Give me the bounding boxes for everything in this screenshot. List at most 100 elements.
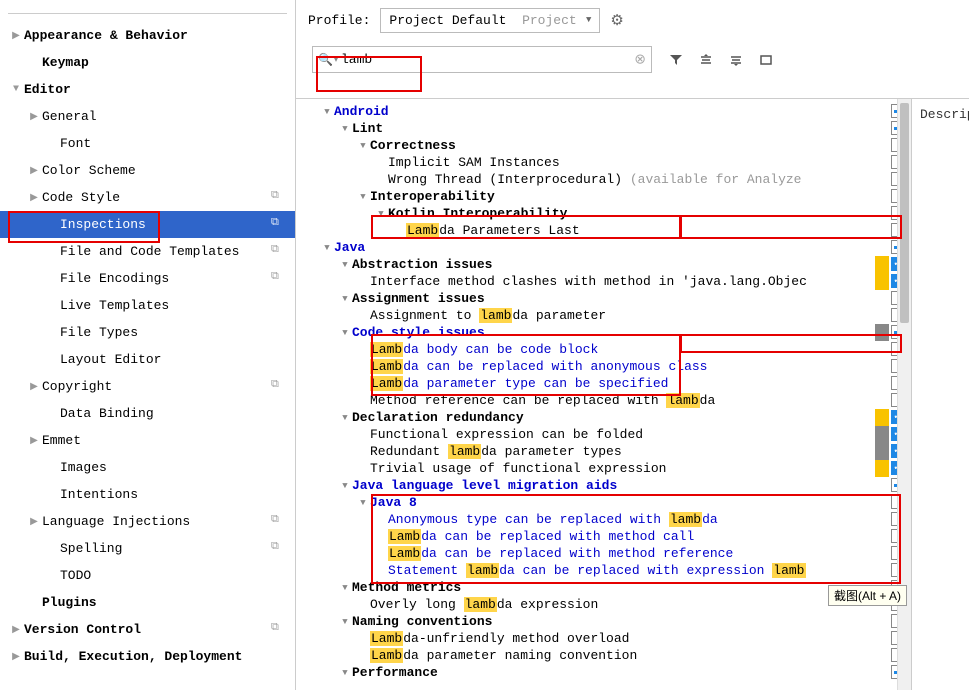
inspection-label: Lint xyxy=(352,121,383,136)
inspection-row[interactable]: Trivial usage of functional expression xyxy=(296,460,911,477)
sidebar-item[interactable]: ▶Emmet xyxy=(0,427,295,454)
inspection-row[interactable]: ▼Java xyxy=(296,239,911,256)
sidebar-item[interactable]: ▶Version Control⧉ xyxy=(0,616,295,643)
sidebar-item[interactable]: ▶Language Injections⧉ xyxy=(0,508,295,535)
inspection-label: Lambda can be replaced with method call xyxy=(388,529,694,544)
inspection-label: Wrong Thread (Interprocedural) (availabl… xyxy=(388,172,801,187)
inspection-row[interactable]: ▼Java language level migration aids xyxy=(296,477,911,494)
inspection-row[interactable]: ▼Declaration redundancy xyxy=(296,409,911,426)
search-dropdown-icon[interactable]: ▾ xyxy=(334,55,338,65)
chevron-down-icon: ▼ xyxy=(374,209,388,219)
search-input[interactable] xyxy=(312,46,652,73)
sidebar-item[interactable]: Spelling⧉ xyxy=(0,535,295,562)
inspection-label: Code style issues xyxy=(352,325,485,340)
sidebar-item[interactable]: Inspections⧉ xyxy=(0,211,295,238)
inspection-row[interactable]: ▼Java 8 xyxy=(296,494,911,511)
sidebar-item[interactable]: Font xyxy=(0,130,295,157)
inspection-row[interactable]: Anonymous type can be replaced with lamb… xyxy=(296,511,911,528)
inspection-row[interactable]: Lambda-unfriendly method overload xyxy=(296,630,911,647)
collapse-all-icon[interactable] xyxy=(726,50,746,70)
sidebar-item-label: General xyxy=(42,109,295,124)
inspection-row[interactable]: Assignment to lambda parameter xyxy=(296,307,911,324)
sidebar-item[interactable]: File and Code Templates⧉ xyxy=(0,238,295,265)
sidebar-item[interactable]: File Encodings⧉ xyxy=(0,265,295,292)
inspection-row[interactable]: ▼Performance xyxy=(296,664,911,681)
inspection-row[interactable]: Lambda body can be code block xyxy=(296,341,911,358)
sidebar-item[interactable]: ▶Code Style⧉ xyxy=(0,184,295,211)
inspection-row[interactable]: ▼Code style issues xyxy=(296,324,911,341)
inspection-row[interactable]: Functional expression can be folded xyxy=(296,426,911,443)
sidebar-item[interactable]: ▶General xyxy=(0,103,295,130)
sidebar-item-label: Language Injections xyxy=(42,514,271,529)
inspection-row[interactable]: ▼Correctness xyxy=(296,137,911,154)
inspection-label: Lambda can be replaced with anonymous cl… xyxy=(370,359,707,374)
sidebar-item[interactable]: ▼Editor xyxy=(0,76,295,103)
profile-combo[interactable]: Project Default Project ▼ xyxy=(380,8,600,33)
inspection-row[interactable]: Lambda parameter type can be specified xyxy=(296,375,911,392)
inspection-row[interactable]: Lambda Parameters Last xyxy=(296,222,911,239)
inspection-row[interactable]: Implicit SAM Instances xyxy=(296,154,911,171)
sidebar-item-label: Editor xyxy=(24,82,295,97)
reset-icon[interactable] xyxy=(756,50,776,70)
inspection-row[interactable]: ▼Lint xyxy=(296,120,911,137)
inspection-row[interactable]: Redundant lambda parameter types xyxy=(296,443,911,460)
inspection-row[interactable]: ▼Abstraction issues xyxy=(296,256,911,273)
inspection-label: Lambda parameter type can be specified xyxy=(370,376,668,391)
sidebar-item[interactable]: Live Templates xyxy=(0,292,295,319)
sidebar-item[interactable]: Intentions xyxy=(0,481,295,508)
sidebar-item[interactable]: Keymap xyxy=(0,49,295,76)
search-wrap: 🔍 ▾ ⊗ xyxy=(312,46,652,73)
chevron-down-icon: ▼ xyxy=(338,413,352,423)
sidebar-item[interactable]: Layout Editor xyxy=(0,346,295,373)
chevron-right-icon: ▶ xyxy=(8,651,24,663)
chevron-down-icon: ▼ xyxy=(338,124,352,134)
inspection-row[interactable]: Statement lambda can be replaced with ex… xyxy=(296,562,911,579)
inspection-row[interactable]: ▼Kotlin Interoperability xyxy=(296,205,911,222)
filter-icon[interactable] xyxy=(666,50,686,70)
inspection-row[interactable]: Overly long lambda expression xyxy=(296,596,911,613)
inspection-label: Interface method clashes with method in … xyxy=(370,274,807,289)
inspection-row[interactable]: Lambda parameter naming convention xyxy=(296,647,911,664)
sidebar-item[interactable]: Plugins xyxy=(0,589,295,616)
sidebar-item-label: File Encodings xyxy=(60,271,271,286)
inspection-label: Lambda parameter naming convention xyxy=(370,648,637,663)
chevron-down-icon: ▼ xyxy=(586,15,591,25)
inspection-label: Lambda body can be code block xyxy=(370,342,598,357)
inspection-row[interactable]: Lambda can be replaced with anonymous cl… xyxy=(296,358,911,375)
clear-icon[interactable]: ⊗ xyxy=(634,51,646,68)
inspection-row[interactable]: Lambda can be replaced with method call xyxy=(296,528,911,545)
sidebar-item[interactable]: ▶Build, Execution, Deployment xyxy=(0,643,295,670)
sidebar-item[interactable]: Images xyxy=(0,454,295,481)
chevron-right-icon: ▶ xyxy=(26,111,42,123)
sidebar-item-label: TODO xyxy=(60,568,295,583)
inspection-row[interactable]: Interface method clashes with method in … xyxy=(296,273,911,290)
inspection-row[interactable]: ▼Interoperability xyxy=(296,188,911,205)
sidebar-item[interactable]: ▶Color Scheme xyxy=(0,157,295,184)
sidebar-item-label: Spelling xyxy=(60,541,271,556)
scrollbar-thumb[interactable] xyxy=(900,103,909,323)
chevron-down-icon: ▼ xyxy=(338,328,352,338)
sidebar-item[interactable]: Data Binding xyxy=(0,400,295,427)
sidebar-item[interactable]: File Types xyxy=(0,319,295,346)
sidebar-item-label: Live Templates xyxy=(60,298,295,313)
sidebar-item-label: Intentions xyxy=(60,487,295,502)
inspection-row[interactable]: Wrong Thread (Interprocedural) (availabl… xyxy=(296,171,911,188)
sidebar-item[interactable]: ▶Copyright⧉ xyxy=(0,373,295,400)
inspection-label: Kotlin Interoperability xyxy=(388,206,567,221)
sidebar-item[interactable]: TODO xyxy=(0,562,295,589)
sidebar-item-label: Copyright xyxy=(42,379,271,394)
gear-icon[interactable]: ⚙ xyxy=(610,11,623,30)
settings-sidebar: ▶Appearance & BehaviorKeymap▼Editor▶Gene… xyxy=(0,0,296,690)
inspection-row[interactable]: ▼Android xyxy=(296,103,911,120)
inspection-row[interactable]: Lambda can be replaced with method refer… xyxy=(296,545,911,562)
inspection-tree[interactable]: ▼Android▼Lint▼CorrectnessImplicit SAM In… xyxy=(296,99,911,690)
severity-indicator xyxy=(875,409,889,426)
inspection-row[interactable]: ▼Assignment issues xyxy=(296,290,911,307)
inspection-row[interactable]: Method reference can be replaced with la… xyxy=(296,392,911,409)
expand-all-icon[interactable] xyxy=(696,50,716,70)
inspection-row[interactable]: ▼Method metrics xyxy=(296,579,911,596)
screenshot-tooltip: 截图(Alt + A) xyxy=(828,585,907,606)
sidebar-search-placeholder[interactable] xyxy=(8,0,287,14)
inspection-row[interactable]: ▼Naming conventions xyxy=(296,613,911,630)
sidebar-item[interactable]: ▶Appearance & Behavior xyxy=(0,22,295,49)
